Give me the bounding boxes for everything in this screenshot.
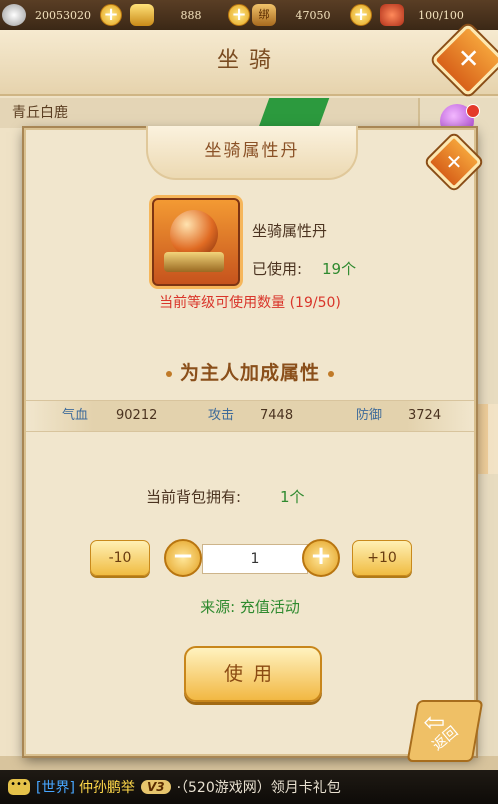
silver-coin-icon: [2, 4, 26, 26]
dialog-close-button[interactable]: ✕: [425, 133, 483, 191]
attack-value: 7448: [260, 408, 294, 423]
stamina-icon: [380, 4, 404, 26]
used-value: 19个: [322, 260, 357, 278]
gold-value: 888: [180, 8, 202, 22]
chat-message: ·（520游戏网）领月卡礼包: [176, 780, 341, 796]
attribute-row: 气血 90212 攻击 7448 防御 3724: [26, 400, 474, 432]
stamina-value: 100/100: [418, 8, 464, 22]
chat-bubble-icon[interactable]: •••: [8, 779, 30, 795]
pill-pedestal-icon: [164, 252, 224, 272]
mount-window-header: 坐骑: [0, 30, 498, 96]
stamina-resource: 100/100: [380, 3, 476, 27]
add-silver-button[interactable]: +: [100, 4, 122, 26]
add-bound-gold-button[interactable]: +: [350, 4, 372, 26]
back-button[interactable]: ⇦ 返回: [406, 700, 484, 762]
silver-value: 20053020: [35, 8, 91, 22]
item-name: 坐骑属性丹: [252, 222, 328, 240]
plus-one-button[interactable]: +: [302, 539, 340, 577]
right-dot-icon: [328, 370, 334, 377]
minus-ten-button[interactable]: -10: [90, 540, 150, 576]
plus-ten-button[interactable]: +10: [352, 540, 412, 576]
bonus-section-title: 为主人加成属性: [26, 358, 474, 385]
close-icon: ✕: [457, 44, 480, 75]
usage-limit-text: 当前等级可使用数量 (19/50): [159, 295, 341, 311]
owned-label: 当前背包拥有:: [146, 488, 242, 506]
silver-resource: 20053020 +: [2, 3, 122, 27]
gold-resource: 888 +: [130, 3, 250, 27]
bound-gold-resource: 绑 47050 +: [252, 3, 372, 27]
close-icon: ✕: [445, 150, 463, 174]
owned-value: 1个: [280, 488, 305, 506]
left-dot-icon: [165, 370, 172, 377]
bonus-section-label: 为主人加成属性: [179, 362, 320, 384]
attribute-pill-dialog: 坐骑属性丹 ✕ 坐骑属性丹 已使用: 19个 当前等级可使用数量 (19/50)…: [24, 126, 483, 756]
attack-label: 攻击: [208, 408, 235, 423]
bound-gold-icon: 绑: [252, 4, 276, 26]
dialog-title: 坐骑属性丹: [204, 141, 300, 161]
mount-pill-icon: [170, 210, 218, 258]
minus-one-button[interactable]: −: [164, 539, 202, 577]
hp-label: 气血: [62, 408, 89, 423]
chat-username[interactable]: 仲孙鹏举: [79, 777, 135, 797]
chat-channel: [世界]: [36, 780, 75, 796]
resource-bar: 20053020 + 888 + 绑 47050 + 100/100: [0, 0, 498, 30]
use-button[interactable]: 使用: [184, 646, 322, 702]
bound-gold-value: 47050: [295, 8, 331, 22]
vip-badge: V3: [140, 780, 171, 794]
defense-value: 3724: [408, 408, 442, 423]
item-icon-frame[interactable]: [152, 198, 240, 286]
gold-ingot-icon: [130, 4, 154, 26]
source-text: 来源: 充值活动: [200, 598, 300, 616]
add-gold-button[interactable]: +: [228, 4, 250, 26]
hp-value: 90212: [116, 408, 158, 423]
defense-label: 防御: [356, 408, 383, 423]
notification-dot-icon: [466, 104, 480, 118]
quantity-input[interactable]: 1: [202, 544, 308, 574]
mount-name-label: 青丘白鹿: [0, 98, 418, 128]
dialog-header: 坐骑属性丹: [146, 126, 358, 180]
used-label: 已使用:: [252, 260, 303, 278]
mount-window-title: 坐骑: [216, 48, 281, 73]
chat-bar[interactable]: ••• [世界] 仲孙鹏举 V3 ·（520游戏网）领月卡礼包: [0, 770, 498, 804]
